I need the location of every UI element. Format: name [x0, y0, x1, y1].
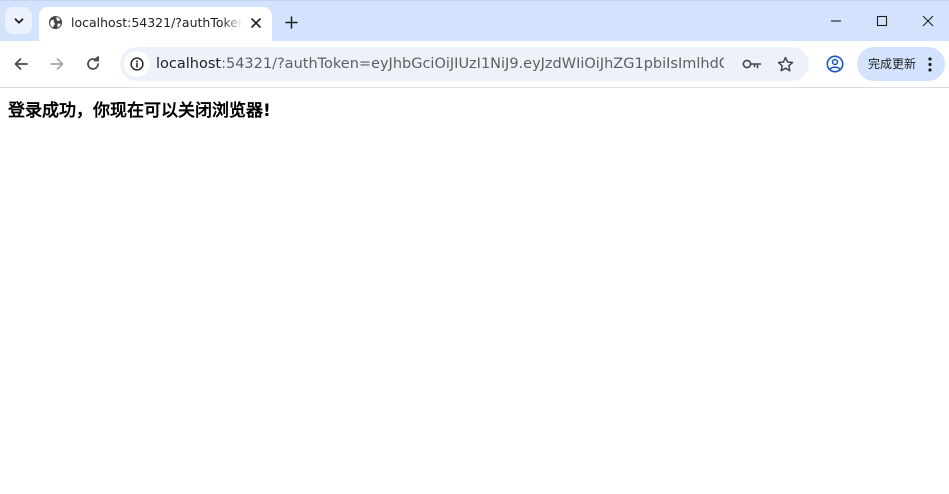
page-content: 登录成功，你现在可以关闭浏览器! [0, 88, 949, 494]
maximize-icon [876, 15, 888, 27]
tab-close-button[interactable] [247, 14, 265, 32]
key-icon [742, 59, 762, 69]
forward-button[interactable] [43, 50, 71, 78]
tab-search-button[interactable] [5, 7, 32, 34]
site-info-button[interactable] [124, 51, 150, 77]
arrow-right-icon [50, 58, 64, 70]
arrow-left-icon [14, 58, 28, 70]
close-icon [922, 15, 934, 27]
url-text[interactable]: localhost:54321/?authToken=eyJhbGciOiJIU… [156, 55, 724, 73]
update-button[interactable]: 完成更新 [857, 47, 945, 81]
tab-strip: localhost:54321/?authToken=eyJhbGciOiJIU… [0, 0, 949, 42]
address-bar[interactable]: localhost:54321/?authToken=eyJhbGciOiJIU… [120, 47, 809, 81]
tab-title: localhost:54321/?authToken=eyJhbGciOiJIU… [71, 15, 243, 30]
kebab-menu-icon[interactable] [924, 55, 936, 73]
update-label: 完成更新 [868, 57, 917, 71]
globe-icon [48, 15, 63, 30]
login-success-message: 登录成功，你现在可以关闭浏览器! [8, 101, 271, 121]
url-host: localhost [156, 56, 222, 72]
bookmark-button[interactable] [773, 52, 797, 76]
browser-toolbar: localhost:54321/?authToken=eyJhbGciOiJIU… [0, 41, 949, 87]
new-tab-button[interactable] [280, 11, 302, 33]
minimize-icon [831, 20, 841, 22]
reload-icon [87, 56, 99, 70]
password-manager-button[interactable] [740, 52, 764, 76]
chevron-down-icon [14, 17, 23, 24]
minimize-button[interactable] [821, 6, 851, 36]
reload-button[interactable] [79, 50, 107, 78]
info-icon [130, 57, 144, 71]
plus-icon [284, 15, 298, 29]
browser-window: localhost:54321/?authToken=eyJhbGciOiJIU… [0, 0, 949, 494]
profile-button[interactable] [822, 51, 848, 77]
star-icon [777, 56, 793, 71]
maximize-button[interactable] [867, 6, 897, 36]
profile-icon [826, 55, 844, 73]
url-path: :54321/?authToken=eyJhbGciOiJIUzI1NiJ9.e… [221, 56, 724, 72]
close-icon [251, 18, 261, 28]
back-button[interactable] [7, 50, 35, 78]
window-close-button[interactable] [913, 6, 943, 36]
active-tab[interactable]: localhost:54321/?authToken=eyJhbGciOiJIU… [39, 7, 272, 42]
